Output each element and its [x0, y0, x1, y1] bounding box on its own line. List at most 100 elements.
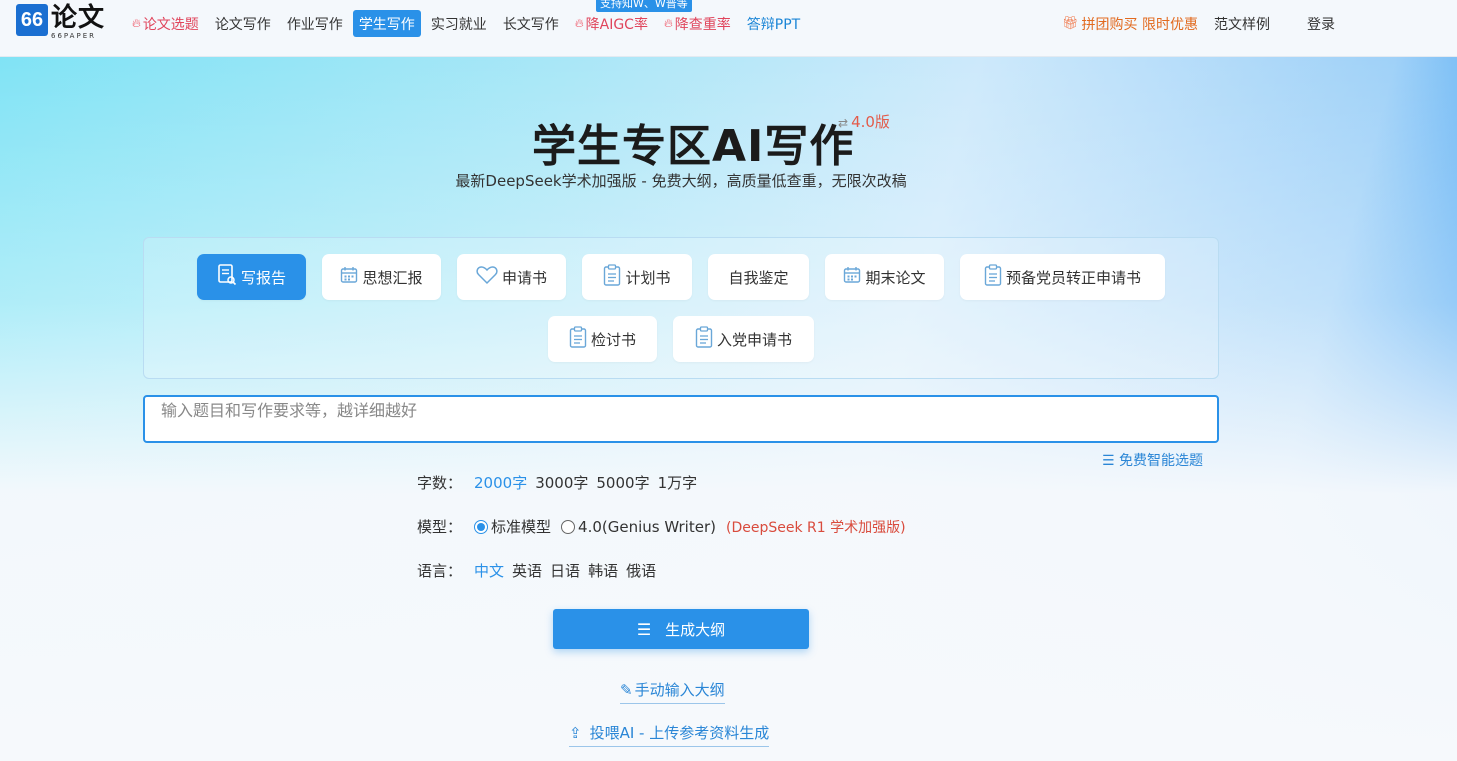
- radio-checked[interactable]: [474, 519, 489, 534]
- topic-input[interactable]: [143, 395, 1219, 443]
- flame-icon: 🔥︎: [132, 16, 141, 30]
- calendar-icon: [843, 266, 861, 288]
- main-nav: 🔥︎ 论文选题 论文写作 作业写作 学生写作 实习就业 长文写作 🔥︎ 降AIG…: [126, 10, 810, 37]
- language-option[interactable]: 中文: [474, 560, 504, 581]
- swap-icon: ⇄: [838, 116, 849, 130]
- nav-item-internship[interactable]: 实习就业: [425, 10, 493, 37]
- free-topic-link[interactable]: ☰ 免费智能选题: [1102, 450, 1203, 470]
- category-party-application[interactable]: 入党申请书: [673, 316, 814, 362]
- generate-label: 生成大纲: [665, 620, 726, 639]
- radio-label: 4.0(Genius Writer): [578, 517, 716, 536]
- clipboard-icon: [695, 326, 713, 352]
- nav-label: 论文写作: [214, 16, 271, 33]
- nav-label: 实习就业: [430, 16, 487, 33]
- login-link[interactable]: 登录: [1307, 14, 1335, 34]
- version-label: 4.0版: [851, 113, 890, 131]
- language-option[interactable]: 俄语: [626, 560, 656, 581]
- generate-outline-button[interactable]: ☰ 生成大纲: [553, 609, 809, 649]
- category-thought-report[interactable]: 思想汇报: [322, 254, 441, 300]
- category-plan[interactable]: 计划书: [582, 254, 692, 300]
- flame-icon: 🔥︎: [574, 16, 584, 30]
- nav-badge: 支持知W、W普等: [596, 0, 692, 12]
- model-label: 模型：: [417, 518, 463, 536]
- manual-outline-label: 手动输入大纲: [634, 681, 725, 699]
- nav-label: 长文写作: [502, 16, 559, 33]
- nav-label: 降查重率: [674, 16, 731, 33]
- category-label: 自我鉴定: [728, 268, 789, 287]
- radio-unchecked[interactable]: [561, 519, 576, 534]
- word-count-row: 字数： 2000字 3000字 5000字 1万字: [417, 472, 705, 493]
- model-row: 模型： 标准模型 4.0(Genius Writer) (DeepSeek R1…: [417, 516, 906, 537]
- clipboard-icon: [603, 264, 621, 290]
- nav-item-homework-writing[interactable]: 作业写作: [281, 10, 349, 37]
- category-self-assessment[interactable]: 自我鉴定: [708, 254, 809, 300]
- language-option[interactable]: 英语: [512, 560, 542, 581]
- upload-icon: ⇪: [569, 723, 582, 742]
- word-count-label: 字数：: [417, 474, 463, 492]
- category-label: 思想汇报: [362, 268, 423, 287]
- gift-icon: 🎁︎: [1062, 16, 1079, 31]
- model-genius-radio[interactable]: 4.0(Genius Writer): [561, 518, 716, 536]
- category-label: 写报告: [240, 268, 286, 287]
- category-label: 申请书: [501, 268, 547, 287]
- category-probationary-member[interactable]: 预备党员转正申请书: [960, 254, 1165, 300]
- list-icon: ☰: [636, 619, 652, 639]
- category-label: 预备党员转正申请书: [1005, 268, 1141, 287]
- category-application[interactable]: 申请书: [457, 254, 566, 300]
- nav-label: 论文选题: [142, 16, 199, 33]
- model-standard-radio[interactable]: 标准模型: [474, 516, 551, 537]
- nav-item-defense-ppt[interactable]: 答辩PPT: [741, 10, 806, 37]
- nav-item-reduce-duplicate[interactable]: 🔥︎ 降查重率: [658, 10, 737, 37]
- upload-reference-link[interactable]: ⇪ 投喂AI - 上传参考资料生成: [569, 722, 770, 747]
- samples-link[interactable]: 范文样例: [1214, 14, 1270, 34]
- word-count-option[interactable]: 5000字: [596, 472, 649, 493]
- nav-item-reduce-aigc[interactable]: 🔥︎ 降AIGC率: [569, 10, 654, 37]
- logo-subtext: 66PAPER: [51, 32, 96, 40]
- radio-label: 标准模型: [491, 518, 552, 536]
- page-title: 学生专区AI写作: [532, 121, 855, 172]
- nav-item-student-writing[interactable]: 学生写作: [352, 10, 421, 37]
- clipboard-icon: [569, 326, 587, 352]
- logo-mark: 66: [16, 4, 48, 36]
- word-count-option[interactable]: 3000字: [535, 472, 588, 493]
- nav-right: 🎁︎ 拼团购买 限时优惠 范文样例 登录: [1062, 10, 1335, 37]
- nav-label: 学生写作: [358, 16, 415, 33]
- site-logo[interactable]: 66 论文 66PAPER: [16, 4, 105, 40]
- logo-name: 论文: [51, 3, 106, 33]
- category-label: 期末论文: [865, 268, 926, 287]
- category-report[interactable]: 写报告: [197, 254, 306, 300]
- version-badge[interactable]: ⇄ 4.0版: [838, 111, 890, 132]
- language-option[interactable]: 韩语: [588, 560, 618, 581]
- word-count-option[interactable]: 1万字: [658, 472, 698, 493]
- page-subtitle: 最新DeepSeek学术加强版 - 免费大纲，高质量低查重，无限次改稿: [455, 172, 907, 190]
- nav-item-paper-writing[interactable]: 论文写作: [209, 10, 277, 37]
- nav-label: 降AIGC率: [585, 16, 648, 33]
- heart-icon: [476, 265, 498, 289]
- upload-reference-label: 投喂AI - 上传参考资料生成: [589, 724, 770, 742]
- promo-label: 拼团购买 限时优惠: [1081, 16, 1198, 33]
- category-label: 计划书: [625, 268, 671, 287]
- clipboard-icon: [984, 264, 1002, 290]
- category-final-paper[interactable]: 期末论文: [825, 254, 944, 300]
- model-note: (DeepSeek R1 学术加强版): [725, 519, 906, 536]
- language-option[interactable]: 日语: [550, 560, 580, 581]
- category-label: 检讨书: [590, 330, 636, 349]
- group-buy-promo[interactable]: 🎁︎ 拼团购买 限时优惠: [1062, 10, 1198, 37]
- nav-label: 作业写作: [286, 16, 343, 33]
- list-icon: ☰: [1102, 453, 1115, 469]
- edit-icon: ✎: [620, 680, 633, 699]
- nav-item-long-writing[interactable]: 长文写作: [497, 10, 565, 37]
- nav-item-paper-topic[interactable]: 🔥︎ 论文选题: [126, 10, 205, 37]
- hero-title-wrap: 学生专区AI写作: [532, 110, 854, 174]
- language-row: 语言： 中文 英语 日语 韩语 俄语: [417, 560, 664, 581]
- nav-label: 答辩PPT: [746, 16, 801, 33]
- word-count-option[interactable]: 2000字: [474, 472, 527, 493]
- free-topic-label: 免费智能选题: [1119, 453, 1204, 469]
- flame-icon: 🔥︎: [663, 16, 673, 30]
- category-label: 入党申请书: [716, 330, 792, 349]
- top-navigation-bar: 66 论文 66PAPER 🔥︎ 论文选题 论文写作 作业写作 学生写作 实习就…: [0, 0, 1457, 57]
- calendar-icon: [340, 266, 358, 288]
- report-icon: [217, 264, 237, 290]
- manual-outline-link[interactable]: ✎ 手动输入大纲: [620, 679, 725, 704]
- category-self-criticism[interactable]: 检讨书: [548, 316, 657, 362]
